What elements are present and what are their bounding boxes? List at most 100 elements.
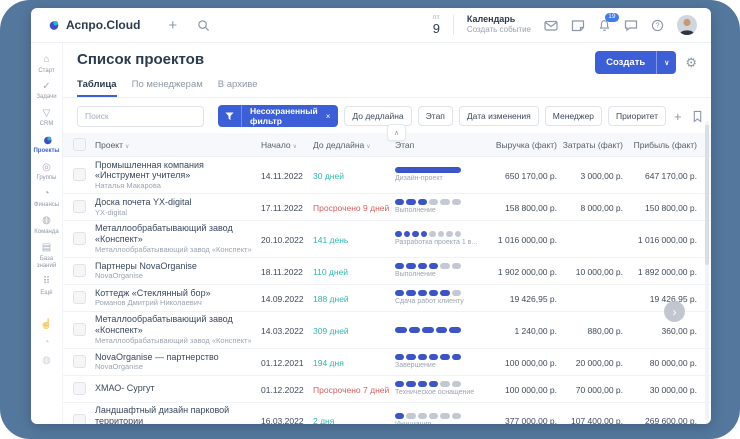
project-title[interactable]: Доска почета YX-digital	[95, 197, 255, 208]
divider	[453, 15, 454, 35]
sidebar-item-start[interactable]: ⌂Старт	[31, 51, 62, 78]
search-icon[interactable]	[197, 19, 210, 32]
row-checkbox[interactable]	[73, 168, 86, 181]
column-header-costs[interactable]: Затраты (факт)	[557, 140, 623, 150]
row-checkbox[interactable]	[73, 382, 86, 395]
column-header-start[interactable]: Начало∨	[261, 140, 313, 150]
deadline-status: 188 дней	[313, 294, 349, 304]
tab-В архиве[interactable]: В архиве	[218, 79, 258, 97]
add-filter-button[interactable]: +	[672, 109, 684, 124]
filter-chip-close-icon[interactable]: ×	[324, 112, 339, 121]
stage-progress-bar	[395, 413, 461, 419]
filter-button-Дата изменения[interactable]: Дата изменения	[459, 106, 539, 126]
project-title[interactable]: Промышленная компания «Инструмент учител…	[95, 160, 255, 182]
table-row[interactable]: Металлообрабатывающий завод «Конспект» М…	[63, 312, 711, 349]
sidebar-item-projects[interactable]: Проекты	[31, 132, 62, 159]
sidebar-item-crm[interactable]: ▽CRM	[31, 105, 62, 132]
project-title[interactable]: ХМАО- Сургут	[95, 383, 255, 394]
table-row[interactable]: Доска почета YX-digital YX-digital 17.11…	[63, 194, 711, 221]
quick-add-button[interactable]: +	[168, 18, 177, 33]
stage-label: Инициация	[395, 421, 483, 424]
filter-button-До дедлайна[interactable]: До дедлайна	[344, 106, 411, 126]
row-checkbox[interactable]	[73, 323, 86, 336]
stage-label: Техническое оснащение	[395, 389, 483, 396]
filter-button-Менеджер[interactable]: Менеджер	[545, 106, 602, 126]
stage-progress-bar	[395, 381, 461, 387]
filter-button-Приоритет[interactable]: Приоритет	[608, 106, 666, 126]
bookmark-icon[interactable]	[690, 110, 705, 123]
active-filter-chip[interactable]: Несохраненный фильтр ×	[218, 105, 338, 127]
calendar-subtitle: Создать событие	[467, 26, 531, 35]
row-checkbox[interactable]	[73, 355, 86, 368]
create-button-label[interactable]: Создать	[595, 51, 656, 74]
column-header-revenue[interactable]: Выручка (факт)	[487, 140, 557, 150]
notifications-bell-icon[interactable]: 19	[598, 19, 611, 32]
table-body: Промышленная компания «Инструмент учител…	[63, 157, 711, 424]
column-header-profit[interactable]: Прибыль (факт)	[623, 140, 697, 150]
row-checkbox[interactable]	[73, 200, 86, 213]
project-title[interactable]: Металлообрабатывающий завод «Конспект»	[95, 223, 255, 245]
table-row[interactable]: ХМАО- Сургут 01.12.2022 Просрочено 7 дне…	[63, 376, 711, 403]
help-icon[interactable]: ?	[651, 19, 664, 32]
mail-icon[interactable]	[544, 19, 558, 32]
stage-label: Разработка проекта 1 в...	[395, 239, 483, 246]
sidebar-item-tasks[interactable]: ✓Задачи	[31, 78, 62, 105]
table-row[interactable]: Коттедж «Стеклянный бор» Романов Дмитрий…	[63, 285, 711, 312]
column-header-project[interactable]: Проект∨	[95, 140, 261, 150]
search-input[interactable]	[77, 106, 204, 127]
stage-progress-bar	[395, 167, 461, 173]
project-title[interactable]: Металлообрабатывающий завод «Конспект»	[95, 314, 255, 336]
sidebar-item-groups[interactable]: ◎Группы	[31, 159, 62, 186]
revenue-value: 100 000,00 р.	[505, 358, 557, 368]
svg-text:?: ?	[656, 22, 660, 29]
column-header-stage[interactable]: Этап	[395, 140, 487, 150]
project-title[interactable]: Ландшафтный дизайн парковой территории	[95, 405, 255, 424]
page-settings-gear-icon[interactable]: ⚙	[685, 56, 697, 69]
calendar-date-widget[interactable]: пт 9	[433, 15, 440, 36]
row-checkbox[interactable]	[73, 232, 86, 245]
row-checkbox[interactable]	[73, 414, 86, 424]
sidebar-extra-circle-icon-1[interactable]: ◔	[31, 334, 62, 352]
project-title[interactable]: Партнеры NovaOrganise	[95, 261, 255, 272]
row-checkbox[interactable]	[73, 291, 86, 304]
crm-icon: ▽	[43, 108, 51, 119]
sidebar-extra-hand-icon[interactable]: ☝	[31, 316, 62, 334]
notes-icon[interactable]	[571, 19, 585, 32]
collapse-filters-button[interactable]: ∧	[387, 124, 406, 141]
table-row[interactable]: Промышленная компания «Инструмент учител…	[63, 157, 711, 194]
notification-badge: 19	[605, 13, 619, 23]
stage-label: Выполнение	[395, 271, 483, 278]
brand[interactable]: Аспро.Cloud	[45, 18, 140, 33]
calendar-shortcut[interactable]: Календарь Создать событие	[467, 15, 531, 35]
stage-progress-bar	[395, 231, 461, 237]
table-row[interactable]: NovaOrganise — партнерство NovaOrganise …	[63, 349, 711, 376]
profit-value: 360,00 р.	[662, 326, 697, 336]
scrollbar-thumb[interactable]	[705, 125, 709, 265]
table-row[interactable]: Металлообрабатывающий завод «Конспект» М…	[63, 221, 711, 258]
create-dropdown-caret[interactable]: ∨	[656, 51, 676, 74]
sidebar-item-label: Проекты	[33, 148, 59, 155]
sidebar-extra-circle-icon-2[interactable]: ◍	[31, 352, 62, 370]
table-header: Проект∨ Начало∨ До дедлайна∨ Этап Выручк…	[63, 133, 711, 157]
filter-button-Этап[interactable]: Этап	[418, 106, 453, 126]
sidebar-item-knowledge-base[interactable]: ▤База знаний	[31, 239, 62, 273]
sidebar-item-more[interactable]: ⠿Ещё	[31, 273, 62, 300]
project-title[interactable]: NovaOrganise — партнерство	[95, 352, 255, 363]
sidebar-item-finance[interactable]: ◔Финансы	[31, 185, 62, 212]
costs-value: 3 000,00 р.	[580, 171, 623, 181]
user-avatar[interactable]	[677, 15, 697, 35]
tab-По менеджерам[interactable]: По менеджерам	[132, 79, 203, 97]
chat-icon[interactable]	[624, 19, 638, 32]
page-title: Список проектов	[77, 51, 204, 68]
row-checkbox[interactable]	[73, 264, 86, 277]
sidebar-item-team[interactable]: ◍Команда	[31, 212, 62, 239]
select-all-checkbox[interactable]	[73, 138, 86, 151]
tab-Таблица[interactable]: Таблица	[77, 79, 117, 97]
column-header-deadline[interactable]: До дедлайна∨	[313, 140, 395, 150]
create-button[interactable]: Создать ∨	[595, 51, 676, 74]
project-title[interactable]: Коттедж «Стеклянный бор»	[95, 288, 255, 299]
revenue-value: 377 000,00 р.	[505, 416, 557, 424]
scroll-right-button[interactable]: ›	[664, 301, 685, 322]
table-row[interactable]: Ландшафтный дизайн парковой территории K…	[63, 403, 711, 424]
table-row[interactable]: Партнеры NovaOrganise NovaOrganise 18.11…	[63, 258, 711, 285]
